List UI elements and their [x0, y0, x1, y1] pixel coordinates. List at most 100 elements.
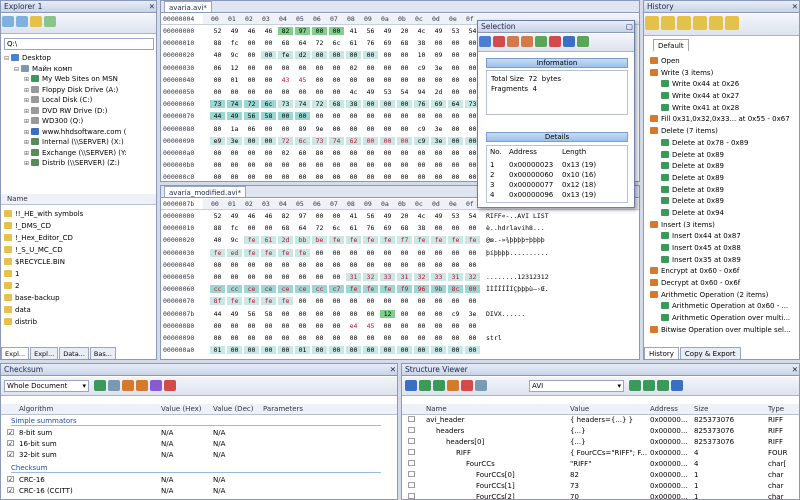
structure-column-header[interactable]: Name	[426, 405, 447, 413]
hex-byte[interactable]: 00	[431, 322, 446, 330]
hex-byte[interactable]: 4c	[414, 27, 429, 35]
people-icon[interactable]	[419, 380, 431, 391]
hex-byte[interactable]: 00	[227, 358, 242, 359]
ascii-text[interactable]: RIFF«-..AVI LIST	[486, 212, 549, 220]
history-item[interactable]: Open	[647, 56, 799, 68]
hex-byte[interactable]: 00	[278, 64, 293, 72]
details-cell[interactable]: 3	[490, 181, 494, 189]
checksum-column-header[interactable]: Algorithm	[19, 405, 53, 413]
hex-byte[interactable]: 00	[397, 249, 412, 257]
hex-byte[interactable]: 00	[380, 125, 395, 133]
hex-byte[interactable]: 00	[363, 100, 378, 109]
expand-icon[interactable]: ⊟	[14, 66, 19, 73]
tree-item[interactable]: ⊟ Desktop	[4, 53, 154, 64]
hex-byte[interactable]: 00	[448, 261, 463, 269]
hex-byte[interactable]: 00	[431, 76, 446, 84]
hex-byte[interactable]: 00	[295, 161, 310, 169]
hex-byte[interactable]: 73	[210, 100, 225, 109]
hex-byte[interactable]: 00	[329, 334, 344, 342]
hex-byte[interactable]: 00	[397, 64, 412, 72]
hex-byte[interactable]: 00	[329, 297, 344, 305]
forward-icon[interactable]	[16, 16, 28, 27]
structure-column-header[interactable]: Size	[694, 405, 708, 413]
hex-byte[interactable]: 00	[210, 358, 225, 359]
checkbox[interactable]: ☐	[408, 426, 415, 435]
hex-byte[interactable]: 00	[210, 76, 225, 84]
history-item[interactable]: Delete (7 items)	[647, 126, 799, 138]
hex-byte[interactable]: 00	[261, 322, 276, 330]
hex-byte[interactable]: 3e	[431, 136, 446, 145]
hex-byte[interactable]: 00	[414, 322, 429, 330]
hex-byte[interactable]: 00	[380, 51, 395, 59]
hex-byte[interactable]: 2d	[278, 236, 293, 245]
hex-byte[interactable]: 00	[380, 76, 395, 84]
hex-byte[interactable]: 00	[448, 346, 463, 355]
list-item[interactable]: !_S_U_MC_CD	[4, 244, 154, 256]
hex-byte[interactable]: 00	[448, 112, 463, 120]
ascii-text[interactable]: þíþþþþ..........	[486, 249, 549, 257]
hex-byte[interactable]: 3e	[431, 125, 446, 133]
hex-byte[interactable]: 56	[244, 310, 259, 318]
hex-byte[interactable]: 00	[329, 358, 344, 359]
hex-byte[interactable]: 00	[380, 64, 395, 72]
hex-byte[interactable]: 00	[227, 322, 242, 330]
details-cell[interactable]: 4	[490, 191, 494, 199]
hex-byte[interactable]: 00	[380, 173, 395, 181]
hex-byte[interactable]: 00	[312, 273, 327, 281]
hex-byte[interactable]: 00	[346, 346, 361, 355]
hex-byte[interactable]: f9	[397, 285, 412, 294]
hex-byte[interactable]: 00	[295, 64, 310, 72]
hex-byte[interactable]: fc	[227, 224, 242, 232]
hex-byte[interactable]: fe	[346, 285, 361, 294]
hex-byte[interactable]: 00	[397, 310, 412, 318]
hex-byte[interactable]: 00	[278, 173, 293, 181]
hex-byte[interactable]: 00	[465, 297, 480, 305]
hex-byte[interactable]: 00	[312, 88, 327, 96]
hex-byte[interactable]: 00	[397, 125, 412, 133]
hex-byte[interactable]: 00	[363, 249, 378, 257]
hex-byte[interactable]: 00	[346, 310, 361, 318]
hex-byte[interactable]: 00	[244, 346, 259, 355]
hex-byte[interactable]: 00	[312, 346, 327, 355]
hex-byte[interactable]: f7	[397, 236, 412, 245]
hex-byte[interactable]: 00	[431, 358, 446, 359]
checksum-group-header[interactable]: Checksum	[11, 464, 381, 473]
hex-byte[interactable]: 00	[210, 261, 225, 269]
hex-byte[interactable]: 00	[397, 149, 412, 157]
hex-byte[interactable]: 49	[227, 112, 242, 121]
hex-byte[interactable]: 00	[312, 161, 327, 169]
hex-byte[interactable]: 00	[312, 358, 327, 359]
tab-explorer[interactable]: Expl...	[1, 347, 30, 359]
hex-byte[interactable]: 32	[414, 273, 429, 281]
hex-byte[interactable]: 00	[295, 112, 310, 121]
structure-column-header[interactable]: Value	[570, 405, 589, 413]
hex-byte[interactable]: 74	[329, 136, 344, 145]
close-icon[interactable]: ▢	[626, 21, 633, 32]
hex-byte[interactable]: 33	[380, 273, 395, 281]
hex-byte[interactable]: 00	[346, 51, 361, 60]
hex-byte[interactable]: 00	[244, 273, 259, 281]
hex-byte[interactable]: 00	[210, 273, 225, 281]
hex-byte[interactable]: 00	[363, 51, 378, 60]
hex-byte[interactable]: 6c	[261, 100, 276, 109]
hex-byte[interactable]: 9c	[227, 51, 242, 59]
hex-byte[interactable]: 00	[244, 149, 259, 157]
redo-icon[interactable]	[661, 16, 675, 30]
document-tab[interactable]: avaria.avi*	[164, 1, 212, 12]
hex-byte[interactable]: 00	[244, 358, 259, 359]
hex-byte[interactable]: 00	[346, 358, 361, 359]
hex-byte[interactable]: 00	[431, 149, 446, 157]
expand-icon[interactable]: ⊞	[24, 118, 29, 125]
hex-byte[interactable]: 53	[448, 212, 463, 220]
hex-byte[interactable]: 00	[210, 161, 225, 169]
checksum-column-header[interactable]: Value (Hex)	[161, 405, 202, 413]
hex-byte[interactable]: 00	[448, 88, 463, 96]
hex-byte[interactable]: 00	[244, 88, 259, 96]
hex-byte[interactable]: 00	[278, 334, 293, 342]
hex-byte[interactable]: 46	[261, 27, 276, 35]
hex-byte[interactable]: 00	[465, 334, 480, 342]
hex-byte[interactable]: 00	[244, 136, 259, 145]
hex-byte[interactable]: 00	[210, 322, 225, 330]
history-item[interactable]: Insert 0x35 at 0x89	[647, 255, 799, 267]
hex-byte[interactable]: 00	[397, 261, 412, 269]
